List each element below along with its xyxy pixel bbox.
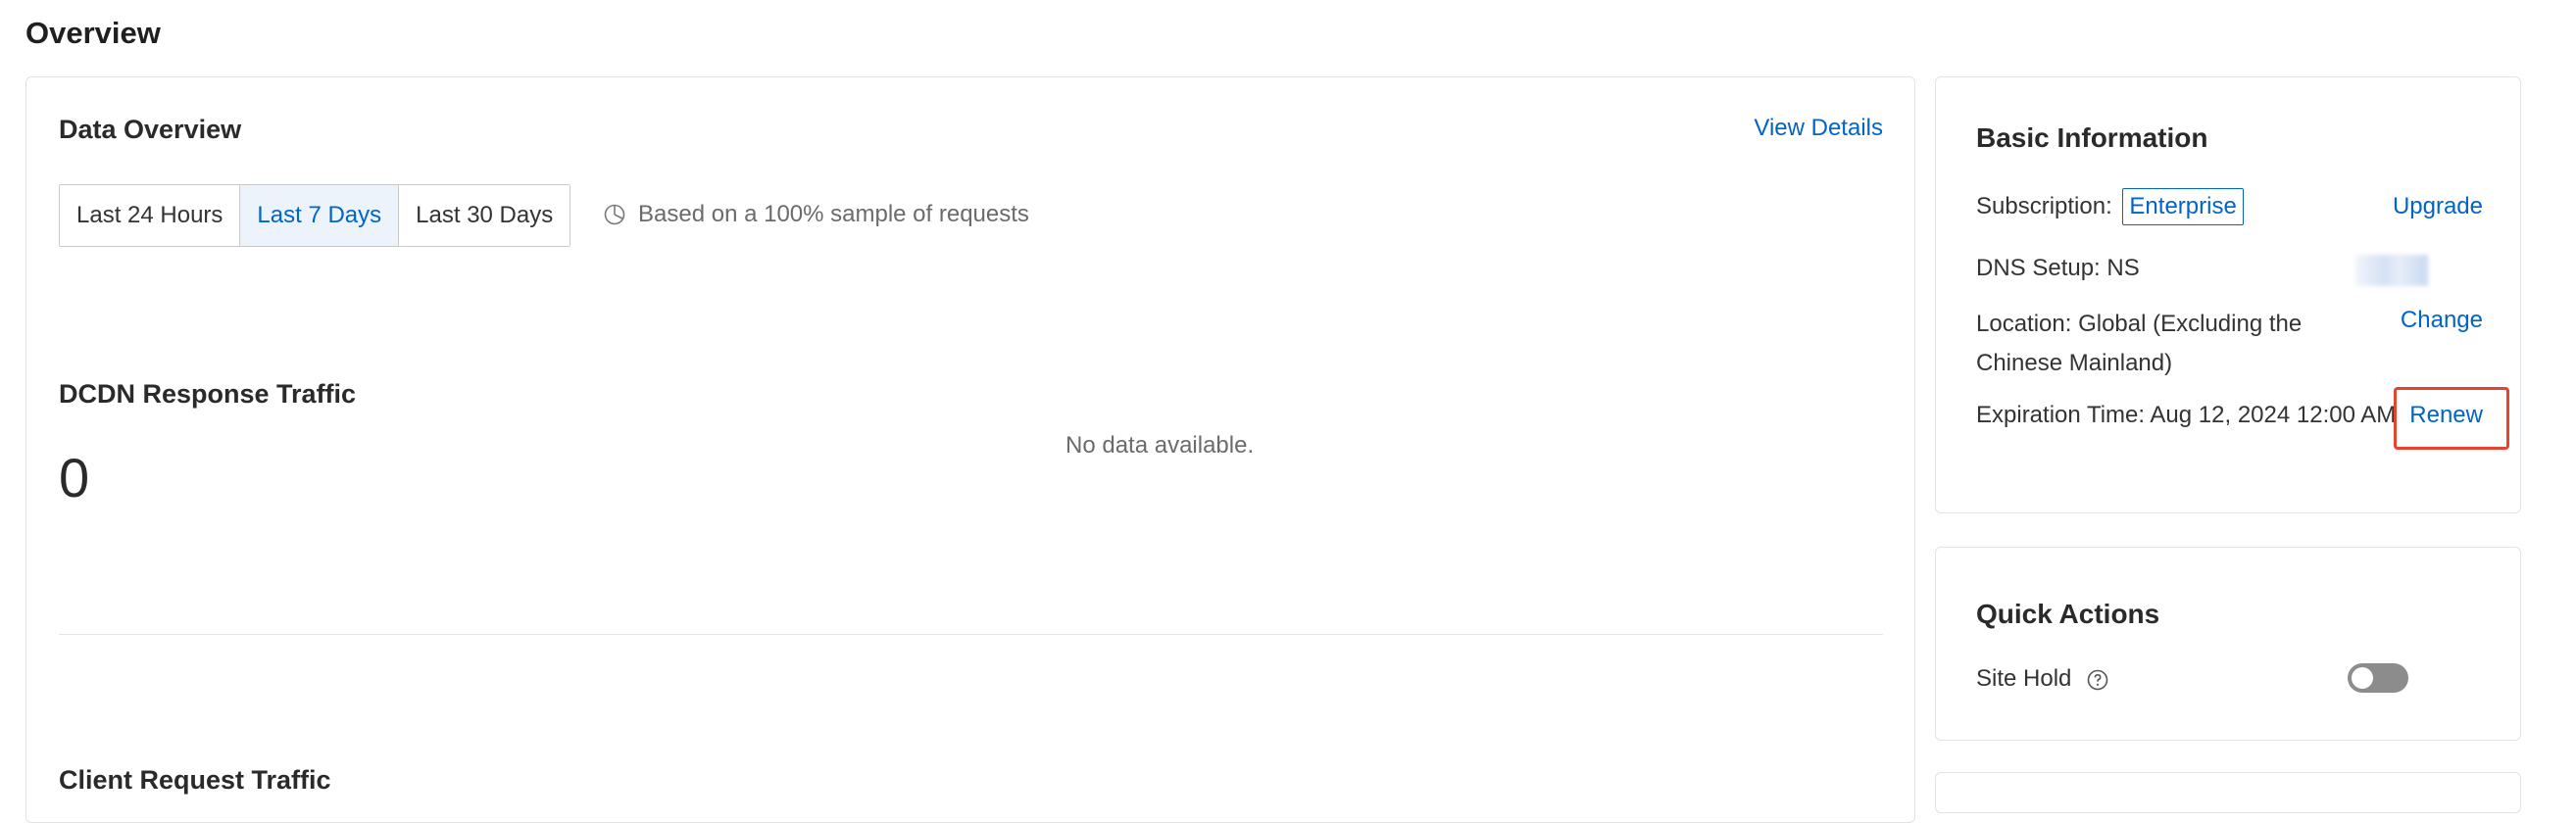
dns-setup-label: DNS Setup: NS bbox=[1976, 255, 2140, 281]
quick-actions-title: Quick Actions bbox=[1976, 599, 2160, 629]
data-overview-card: Data Overview View Details Last 24 Hours… bbox=[25, 76, 1915, 823]
location-label: Location: Global (Excluding the Chinese … bbox=[1976, 311, 2303, 376]
site-hold-label: Site Hold bbox=[1976, 665, 2072, 692]
no-data-message: No data available. bbox=[1065, 432, 1255, 459]
range-last-24-hours-button[interactable]: Last 24 Hours bbox=[60, 185, 241, 246]
basic-information-card: Basic Information Subscription: Enterpri… bbox=[1935, 76, 2521, 513]
client-request-traffic-title: Client Request Traffic bbox=[59, 765, 331, 795]
subscription-row: Subscription: Enterprise bbox=[1976, 187, 2398, 226]
upgrade-link[interactable]: Upgrade bbox=[2393, 193, 2483, 220]
response-traffic-title: DCDN Response Traffic bbox=[59, 379, 357, 409]
section-divider bbox=[59, 634, 1883, 635]
view-details-link[interactable]: View Details bbox=[1754, 115, 1883, 142]
basic-information-title: Basic Information bbox=[1976, 122, 2208, 153]
response-traffic-value: 0 bbox=[59, 447, 90, 508]
page-title: Overview bbox=[25, 16, 161, 50]
redacted-value bbox=[2355, 255, 2428, 286]
next-card bbox=[1935, 772, 2521, 813]
time-range-selector: Last 24 Hours Last 7 Days Last 30 Days bbox=[59, 184, 571, 247]
toggle-knob bbox=[2352, 667, 2373, 689]
change-location-link[interactable]: Change bbox=[2401, 307, 2483, 334]
subscription-badge: Enterprise bbox=[2122, 188, 2244, 225]
expiration-label: Expiration Time: Aug 12, 2024 12:00 AM bbox=[1976, 402, 2397, 428]
sample-note-text: Based on a 100% sample of requests bbox=[638, 201, 1029, 227]
sample-note: Based on a 100% sample of requests bbox=[603, 201, 1029, 228]
range-last-30-days-button[interactable]: Last 30 Days bbox=[399, 185, 570, 246]
site-hold-row: Site Hold bbox=[1976, 659, 2398, 699]
help-circle-icon[interactable] bbox=[2086, 668, 2109, 692]
pie-clock-icon bbox=[604, 204, 625, 225]
data-overview-title: Data Overview bbox=[59, 115, 242, 144]
site-hold-toggle[interactable] bbox=[2348, 663, 2408, 693]
subscription-label: Subscription: bbox=[1976, 193, 2112, 219]
renew-link[interactable]: Renew bbox=[2409, 402, 2483, 429]
range-last-7-days-button[interactable]: Last 7 Days bbox=[240, 185, 400, 246]
quick-actions-card: Quick Actions Site Hold bbox=[1935, 547, 2521, 741]
